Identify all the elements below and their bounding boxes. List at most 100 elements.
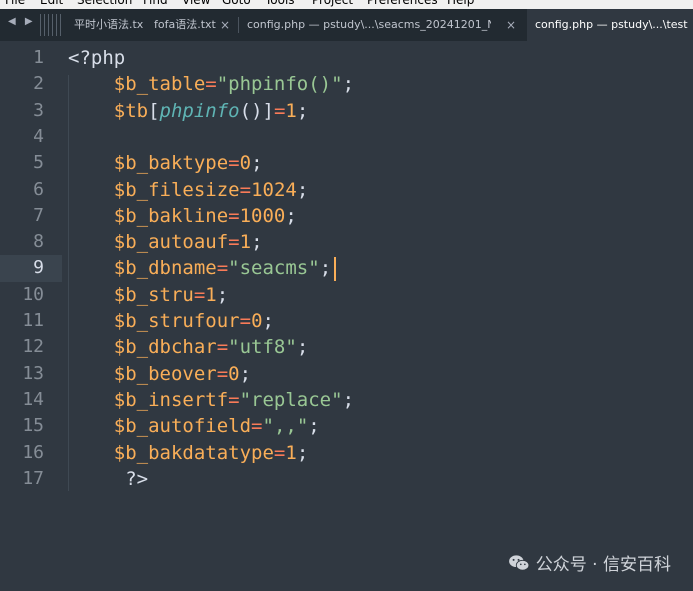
menu-goto[interactable]: Goto (222, 0, 251, 7)
watermark-text: 公众号 · 信安百科 (535, 555, 671, 575)
code-line[interactable]: $b_filesize=1024; (68, 177, 309, 203)
line-number: 7 (33, 204, 44, 226)
code-token: 1 (285, 99, 297, 122)
code-token: ; (251, 231, 263, 254)
menu-view[interactable]: View (182, 0, 210, 7)
tab-overflow-indicator (40, 14, 66, 36)
tab-config-seacms[interactable]: config.php — pstudy\...\seacms_20241201_… (239, 9, 524, 41)
code-token: $b_bakline (113, 204, 229, 227)
code-line[interactable]: $b_bakdatatype=1; (68, 440, 309, 466)
code-token: = (216, 362, 229, 385)
code-line[interactable]: $b_bakline=1000; (68, 203, 297, 229)
code-token: ; (319, 257, 332, 280)
line-number: 11 (22, 310, 44, 331)
code-token: $b_autoauf (113, 231, 229, 254)
code-token: $b_beover (113, 362, 217, 385)
tab-label: 平时小语法.tx (74, 18, 144, 31)
code-token: $b_table (113, 73, 206, 96)
menu-project[interactable]: Project (312, 0, 353, 7)
code-line[interactable]: $b_beover=0; (68, 361, 251, 387)
menu-help[interactable]: Help (447, 0, 474, 7)
code-token: ; (296, 178, 309, 201)
code-token: $b_stru (113, 283, 194, 306)
code-token: phpinfo (159, 99, 240, 122)
code-token: $b_baktype (113, 152, 229, 175)
code-line[interactable]: $b_autofield=",,"; (68, 413, 320, 439)
code-token: 1 (205, 283, 217, 306)
code-line[interactable]: $b_stru=1; (68, 282, 228, 308)
code-line[interactable]: $tb[phpinfo()]=1; (68, 98, 309, 124)
code-line[interactable]: $b_dbchar="utf8"; (68, 334, 309, 360)
code-token: 1024 (251, 178, 297, 201)
code-line[interactable]: $b_dbname="seacms"; (68, 255, 337, 281)
code-token: ; (262, 310, 274, 332)
close-icon[interactable]: × (506, 9, 516, 41)
code-token: = (205, 73, 217, 96)
code-token: [ (148, 99, 160, 122)
menu-tools[interactable]: Tools (265, 0, 295, 7)
code-line[interactable]: $b_baktype=0; (68, 150, 263, 176)
code-token: 1 (285, 441, 297, 464)
code-token: ; (296, 441, 309, 464)
code-token: ?> (125, 467, 149, 490)
line-number: 16 (22, 441, 44, 463)
code-line[interactable]: <?php (68, 45, 125, 71)
code-token: "utf8" (228, 336, 297, 359)
line-number: 4 (33, 125, 44, 147)
menu-preferences[interactable]: Preferences (367, 0, 438, 7)
code-token: ; (251, 152, 263, 175)
code-token: $tb (113, 99, 149, 122)
tab-label: config.php — pstudy\...\seacms_20241201_… (247, 18, 491, 31)
code-token: = (216, 336, 229, 359)
code-token: ; (296, 336, 309, 359)
tab-label: fofa语法.txt (154, 18, 216, 31)
code-token: $b_autofield (113, 415, 252, 438)
code-token: ; (342, 73, 355, 96)
code-token: = (228, 231, 240, 254)
menu-find[interactable]: Find (143, 0, 168, 7)
menu-bar: File Edit Selection Find View Goto Tools Projec… (0, 0, 693, 9)
code-token: = (216, 257, 229, 280)
watermark: 公众号 · 信安百科 (508, 550, 671, 575)
tab-fofa[interactable]: fofa语法.txt × (146, 9, 238, 41)
line-number: 10 (22, 283, 44, 305)
code-token: $b_insertf (113, 388, 229, 411)
code-token: ; (285, 204, 297, 227)
code-token: ; (216, 283, 229, 306)
code-line[interactable]: ?> (68, 466, 148, 492)
tab-nav-arrows[interactable]: ◀ ▶ (8, 16, 36, 27)
code-line[interactable]: $b_strufour=0; (68, 308, 274, 334)
menu-selection[interactable]: Selection (77, 0, 132, 7)
code-editor[interactable]: 1 <?php 2 $b_table="phpinfo()"; 3 $tb[phpin… (0, 41, 693, 591)
code-token: $b_dbchar (113, 336, 217, 359)
code-line[interactable]: $b_autoauf=1; (68, 229, 263, 255)
line-number: 15 (22, 415, 44, 437)
code-token: "replace" (239, 388, 343, 411)
line-number: 13 (22, 362, 44, 384)
code-token: $b_filesize (113, 178, 240, 201)
code-token: 1 (239, 231, 252, 254)
code-token: = (273, 441, 286, 464)
code-token: = (273, 99, 286, 122)
code-token: = (228, 204, 240, 227)
code-token: = (239, 178, 252, 201)
tab-config-test[interactable]: config.php — pstudy\...\test (527, 9, 693, 41)
line-number: 5 (33, 152, 44, 174)
wechat-icon (508, 554, 530, 571)
menu-file[interactable]: File (5, 0, 25, 7)
code-token: = (251, 415, 263, 438)
close-icon[interactable]: × (220, 9, 230, 41)
tab-pingshi[interactable]: 平时小语法.tx (66, 9, 146, 41)
code-line[interactable]: $b_insertf="replace"; (68, 387, 354, 413)
line-number: 1 (33, 47, 44, 68)
code-line[interactable]: $b_table="phpinfo()"; (68, 71, 354, 97)
menu-edit[interactable]: Edit (40, 0, 63, 7)
